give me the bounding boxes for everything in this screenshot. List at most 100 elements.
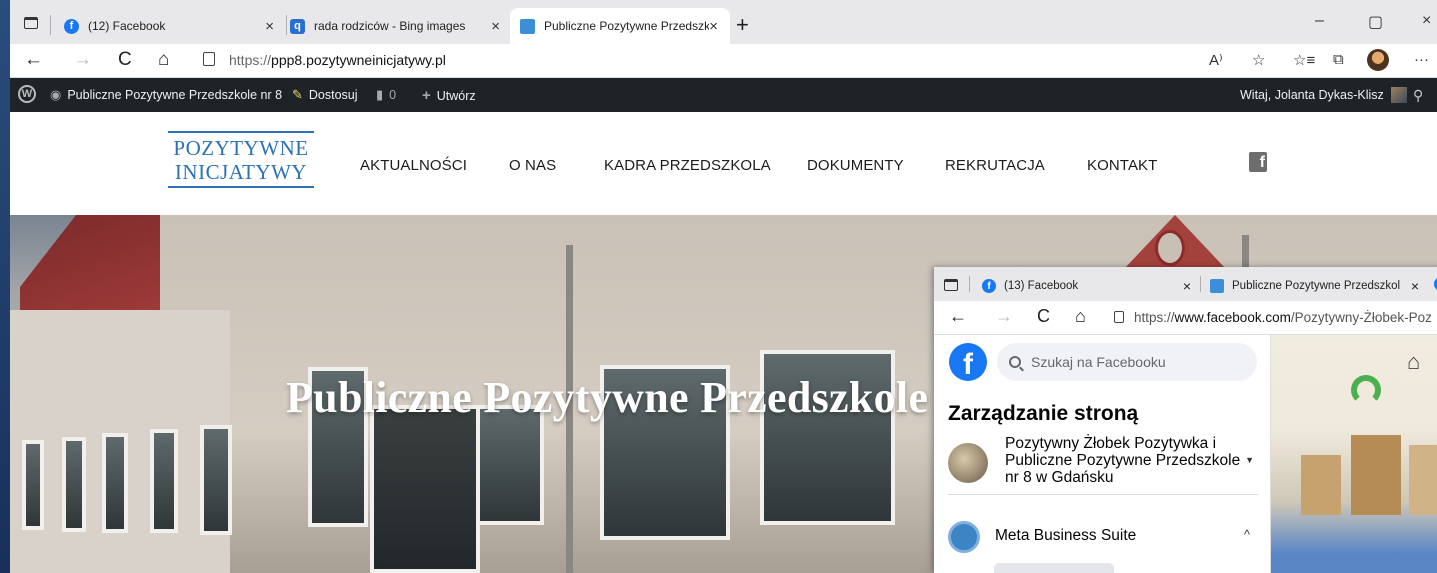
meta-business-suite-item[interactable]: Meta Business Suite ^ [948, 519, 1258, 555]
nav-kadra-przedszkola[interactable]: KADRA PRZEDSZKOLA [604, 157, 771, 174]
tab-separator [1200, 276, 1201, 292]
close-icon[interactable]: × [491, 18, 500, 35]
restore-button[interactable]: ▢ [1368, 12, 1383, 32]
new-tab-button[interactable]: + [736, 12, 749, 38]
close-icon[interactable]: × [1183, 278, 1191, 294]
back-button[interactable]: ← [949, 306, 967, 327]
window [102, 433, 128, 533]
avatar [948, 443, 988, 483]
new-content-link[interactable]: + Utwórz [422, 87, 476, 104]
address-bar: ← → C ⌂ https://www.facebook.com/Pozytyw… [934, 301, 1437, 335]
comment-icon: ▮ [376, 87, 384, 102]
site-favicon-icon [520, 18, 535, 34]
panel-heading: Zarządzanie stroną [948, 402, 1139, 425]
nav-aktualnosci[interactable]: AKTUALNOŚCI [360, 157, 467, 174]
facebook-icon: f [64, 18, 79, 34]
slide-left-edge [0, 0, 10, 573]
site-logo[interactable]: POZYTYWNE INICJATYWY [166, 131, 316, 188]
back-button[interactable]: ← [24, 49, 43, 71]
window [22, 440, 44, 530]
home-icon[interactable]: ⌂ [1407, 349, 1420, 375]
list-item [994, 563, 1114, 573]
facebook-logo-icon[interactable]: f [949, 343, 987, 381]
favorites-icon[interactable]: ☆≡ [1293, 51, 1315, 69]
tab-przedszkole[interactable]: Publiczne Pozytywne Przedszkol × [1202, 271, 1427, 301]
tab-actions-icon[interactable] [944, 279, 958, 291]
tab-facebook[interactable]: f (12) Facebook × [54, 8, 286, 44]
tab-actions-icon[interactable] [24, 17, 38, 29]
site-header: POZYTYWNE INICJATYWY AKTUALNOŚCI O NAS K… [10, 112, 1437, 215]
close-window-button[interactable]: × [1422, 12, 1431, 30]
window [472, 405, 544, 525]
nav-kontakt[interactable]: KONTAKT [1087, 157, 1157, 174]
page-name: Pozytywny Żłobek Pozytywka i Publiczne P… [1005, 435, 1241, 486]
window [200, 425, 232, 535]
page-management-panel: f Szukaj na Facebooku Zarządzanie stroną… [934, 335, 1271, 573]
nav-o-nas[interactable]: O NAS [509, 157, 556, 174]
shelf [1351, 435, 1401, 515]
shelf [1301, 455, 1341, 515]
tab-label: Publiczne Pozytywne Przedszkol [544, 19, 709, 33]
logo-rule [168, 131, 314, 133]
brush-icon: ✎ [292, 87, 303, 102]
tab-label: (13) Facebook [1004, 280, 1079, 292]
search-icon: q [290, 18, 305, 34]
reload-button[interactable]: C [118, 49, 132, 71]
tab-bar: f (12) Facebook × q rada rodziców - Bing… [10, 0, 1437, 44]
browser-window: f (12) Facebook × q rada rodziców - Bing… [10, 0, 1437, 573]
window [62, 437, 86, 532]
tab-bar: f (13) Facebook × Publiczne Pozytywne Pr… [934, 267, 1437, 301]
reload-button[interactable]: C [1037, 306, 1050, 327]
logo-rule [168, 186, 314, 188]
close-icon[interactable]: × [709, 18, 718, 35]
entrance-door [370, 405, 480, 573]
caret-down-icon: ▼ [1245, 455, 1254, 465]
url-field[interactable]: https://ppp8.pozytywneinicjatywy.pl [229, 52, 446, 68]
collections-icon[interactable]: ⧉ [1333, 51, 1344, 68]
tab-bing-images[interactable]: q rada rodziców - Bing images × [280, 8, 512, 44]
forward-button[interactable]: → [995, 306, 1013, 327]
close-icon[interactable]: × [265, 18, 274, 35]
tab-przedszkole[interactable]: Publiczne Pozytywne Przedszkol × [510, 8, 730, 44]
minimize-button[interactable]: – [1315, 12, 1324, 30]
tab-label: Publiczne Pozytywne Przedszkol [1232, 280, 1401, 292]
read-aloud-icon[interactable]: A⁾ [1209, 51, 1223, 69]
add-favorite-icon[interactable]: ☆ [1252, 51, 1265, 69]
tab-facebook[interactable]: f (13) Facebook × [974, 271, 1199, 301]
facebook-icon[interactable]: f [1249, 152, 1267, 172]
facebook-icon: f [982, 279, 996, 293]
wordpress-logo-button[interactable]: W [18, 85, 36, 103]
plus-icon: + [422, 87, 431, 104]
tab-label: (12) Facebook [88, 19, 166, 33]
search-input[interactable]: Szukaj na Facebooku [997, 343, 1257, 381]
more-icon[interactable]: ··· [1414, 51, 1429, 68]
facebook-browser-window: f (13) Facebook × Publiczne Pozytywne Pr… [934, 267, 1437, 573]
search-icon: ⚲ [1413, 87, 1424, 103]
lock-icon[interactable] [203, 52, 215, 66]
lock-icon[interactable] [1114, 311, 1124, 323]
forward-button[interactable]: → [73, 49, 92, 71]
decoration [1351, 375, 1381, 405]
dashboard-icon: ◉ [50, 87, 62, 102]
customize-link[interactable]: ✎ Dostosuj [292, 87, 358, 103]
nav-dokumenty[interactable]: DOKUMENTY [807, 157, 904, 174]
meta-business-icon [948, 521, 980, 553]
site-name-link[interactable]: ◉ Publiczne Pozytywne Przedszkole nr 8 [50, 87, 282, 103]
home-button[interactable]: ⌂ [1075, 306, 1086, 327]
url-field[interactable]: https://www.facebook.com/Pozytywny-Żłobe… [1134, 310, 1432, 325]
wordpress-icon: W [18, 85, 36, 103]
admin-search-button[interactable]: ⚲ [1413, 87, 1429, 104]
nav-rekrutacja[interactable]: REKRUTACJA [945, 157, 1045, 174]
page-switcher[interactable]: Pozytywny Żłobek Pozytywka i Publiczne P… [948, 431, 1258, 495]
shelf [1409, 445, 1437, 515]
chevron-up-icon[interactable]: ^ [1244, 527, 1250, 542]
profile-avatar[interactable] [1367, 49, 1389, 71]
close-icon[interactable]: × [1411, 278, 1419, 294]
comments-link[interactable]: ▮ 0 [376, 87, 396, 103]
address-bar: ← → C ⌂ https://ppp8.pozytywneinicjatywy… [10, 44, 1437, 78]
wp-admin-bar: W ◉ Publiczne Pozytywne Przedszkole nr 8… [10, 78, 1437, 112]
home-button[interactable]: ⌂ [158, 49, 169, 71]
search-icon [1009, 356, 1021, 368]
tab-label: rada rodziców - Bing images [314, 19, 466, 33]
account-menu[interactable]: Witaj, Jolanta Dykas-Klisz [1240, 87, 1407, 103]
